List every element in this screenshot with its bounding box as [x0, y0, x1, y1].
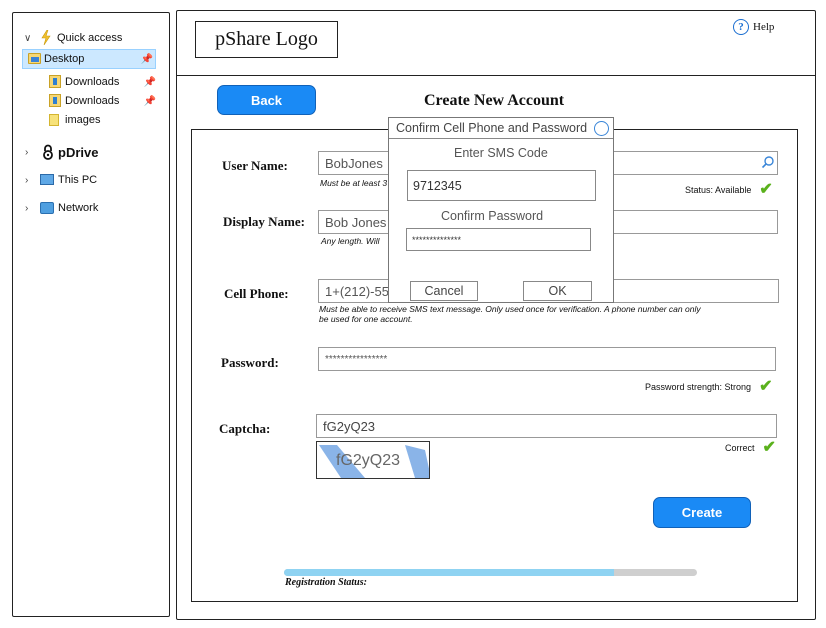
pin-icon[interactable]: 📌 [141, 54, 153, 65]
sidebar-item-label: images [65, 114, 101, 126]
sms-code-input[interactable]: 9712345 [407, 170, 596, 201]
close-icon[interactable] [594, 121, 609, 136]
check-icon: ✔ [762, 439, 776, 456]
help-icon[interactable]: ? [733, 19, 749, 35]
help-link[interactable]: ? Help [733, 19, 774, 35]
confirm-password-label: Confirm Password [441, 209, 544, 223]
downloads-folder-icon [49, 94, 61, 107]
search-icon[interactable] [761, 155, 775, 174]
username-status-text: Status: Available [685, 185, 752, 195]
confirm-password-input[interactable]: ************** [406, 228, 591, 251]
sidebar-item-label: This PC [58, 174, 98, 186]
sidebar-item-downloads[interactable]: Downloads 📌 [12, 72, 170, 92]
cell-phone-label: Cell Phone: [224, 286, 289, 301]
pin-icon[interactable]: 📌 [144, 96, 156, 107]
sidebar-item-desktop[interactable]: Desktop 📌 [22, 49, 156, 69]
computer-icon [40, 174, 54, 185]
create-button[interactable]: Create [653, 497, 751, 528]
app-logo: pShare Logo [195, 21, 338, 58]
chevron-down-icon[interactable]: ∨ [24, 33, 31, 44]
chevron-right-icon[interactable]: › [25, 147, 28, 158]
downloads-folder-icon [49, 75, 61, 88]
sms-code-label: Enter SMS Code [454, 146, 548, 160]
captcha-status: Correct ✔ [725, 439, 776, 456]
folder-icon [49, 114, 59, 126]
back-button[interactable]: Back [217, 85, 316, 115]
sidebar-item-label: Network [58, 202, 99, 214]
dialog-title: Confirm Cell Phone and Password [389, 118, 613, 139]
captcha-label: Captcha: [219, 421, 271, 436]
confirm-dialog: Confirm Cell Phone and Password Enter SM… [388, 117, 614, 303]
cancel-button[interactable]: Cancel [410, 281, 478, 301]
sidebar-item-images[interactable]: images [12, 110, 170, 130]
captcha-input[interactable]: fG2yQ23 [316, 414, 777, 438]
sidebar-item-network[interactable]: › Network [12, 198, 170, 218]
sidebar-item-label: Desktop [44, 53, 85, 65]
username-status: Status: Available ✔ [685, 181, 773, 198]
sidebar-item-label: pDrive [58, 144, 99, 160]
sidebar-item-this-pc[interactable]: › This PC [12, 170, 170, 190]
username-label: User Name: [222, 158, 288, 173]
chevron-right-icon[interactable]: › [25, 203, 28, 214]
password-input[interactable]: **************** [318, 347, 776, 371]
password-strength-text: Password strength: Strong [645, 382, 752, 392]
help-label[interactable]: Help [753, 21, 774, 33]
cell-phone-hint-line1: Must be able to receive SMS text message… [319, 304, 701, 314]
cell-phone-hint-line2: be used for one account. [319, 314, 413, 324]
chevron-right-icon[interactable]: › [25, 175, 28, 186]
quick-access-label: Quick access [57, 32, 123, 44]
display-name-hint: Any length. Will [321, 236, 380, 246]
page-title: Create New Account [424, 92, 565, 109]
captcha-status-text: Correct [725, 443, 755, 453]
lock-icon [42, 144, 54, 160]
desktop-folder-icon [28, 53, 41, 64]
check-icon: ✔ [759, 378, 773, 395]
sidebar-item-label: Downloads [65, 95, 120, 107]
registration-status-label: Registration Status: [285, 577, 367, 588]
sidebar-item-label: Downloads [65, 76, 120, 88]
ok-button[interactable]: OK [523, 281, 592, 301]
password-label: Password: [221, 355, 279, 370]
username-hint: Must be at least 3 [320, 178, 388, 188]
captcha-image-text: fG2yQ23 [336, 452, 401, 469]
check-icon: ✔ [759, 181, 773, 198]
sidebar-item-pdrive[interactable]: › pDrive [12, 142, 170, 162]
sidebar-item-downloads-2[interactable]: Downloads 📌 [12, 91, 170, 111]
pin-icon[interactable]: 📌 [144, 77, 156, 88]
registration-progress-fill [284, 569, 615, 576]
lightning-icon [41, 29, 51, 46]
password-status: Password strength: Strong ✔ [645, 378, 773, 395]
network-icon [40, 202, 54, 214]
display-name-label: Display Name: [223, 214, 305, 229]
registration-progress-bar [284, 569, 697, 576]
quick-access-row[interactable]: ∨ Quick access [12, 28, 170, 48]
header-divider [176, 75, 816, 76]
captcha-image: fG2yQ23 [316, 441, 430, 479]
